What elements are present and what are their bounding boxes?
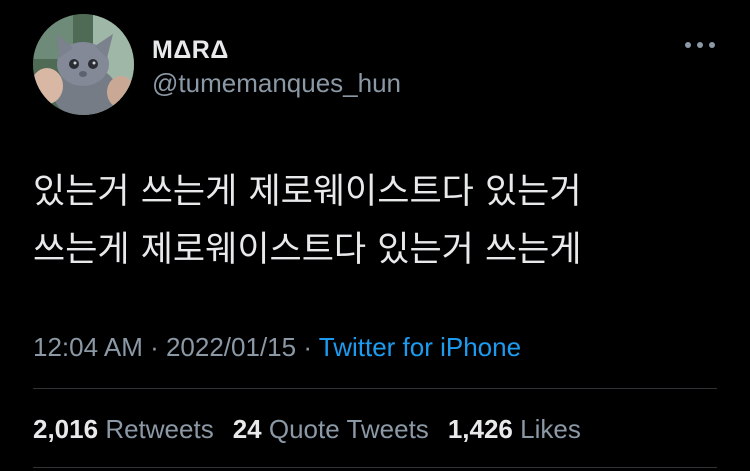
retweets-label: Retweets <box>105 414 214 444</box>
divider <box>33 467 717 468</box>
more-horizontal-icon <box>685 42 715 48</box>
avatar[interactable] <box>33 14 134 115</box>
meta-separator: · <box>142 332 166 362</box>
tweet-metadata: 12:04 AM · 2022/01/15 · Twitter for iPho… <box>33 332 521 363</box>
tweet-stats: 2,016 Retweets 24 Quote Tweets 1,426 Lik… <box>33 414 581 445</box>
divider <box>33 388 717 389</box>
likes-count: 1,426 <box>447 414 513 444</box>
quote-tweets-count: 24 <box>232 414 262 444</box>
tweet-text: 있는거 쓰는게 제로웨이스트다 있는거 쓰는게 제로웨이스트다 있는거 쓰는게 <box>33 172 582 270</box>
tweet-time[interactable]: 12:04 AM <box>33 332 143 362</box>
tweet-source-link[interactable]: Twitter for iPhone <box>319 332 521 362</box>
retweets-count: 2,016 <box>33 414 99 444</box>
user-handle[interactable]: @tumemanques_hun <box>152 68 401 99</box>
quote-tweets-label: Quote Tweets <box>268 414 429 444</box>
meta-separator: · <box>296 332 319 362</box>
likes-label: Likes <box>520 414 581 444</box>
retweets-stat[interactable]: 2,016 Retweets <box>33 414 214 445</box>
display-name[interactable]: MΔRΔ <box>152 36 229 65</box>
kitten-photo-avatar <box>33 14 134 115</box>
likes-stat[interactable]: 1,426 Likes <box>448 414 581 445</box>
tweet-date[interactable]: 2022/01/15 <box>166 332 296 362</box>
more-options-button[interactable] <box>683 32 717 58</box>
quote-tweets-stat[interactable]: 24 Quote Tweets <box>233 414 429 445</box>
tweet-detail: MΔRΔ @tumemanques_hun 있는거 쓰는게 제로웨이스트다 있는… <box>0 0 750 471</box>
